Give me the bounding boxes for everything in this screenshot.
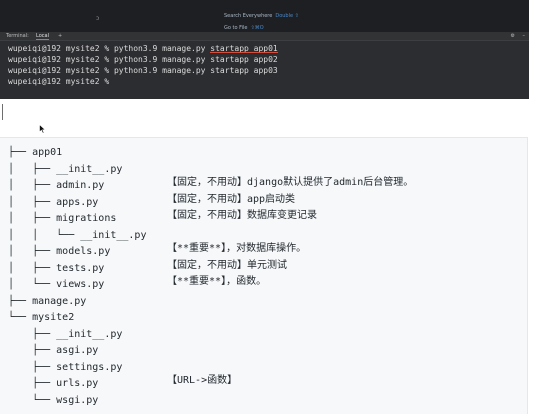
project-tree: ├── app01 │ ├── __init__.py │ ├── admin.… — [8, 142, 413, 407]
terminal-command-highlighted: startapp app01 — [210, 44, 278, 53]
tree-row-manage: ├── manage.py — [8, 291, 146, 308]
terminal-prompt: wupeiqi@192 mysite2 % — [8, 66, 114, 75]
tree-row-settings: ├── settings.py — [8, 357, 146, 374]
terminal-command: python3.9 manage.py startapp app03 — [113, 66, 278, 75]
tree-row-apps: │ ├── apps.py 【固定，不用动】app启动类 — [8, 192, 295, 209]
tree-row-mysite2-init: ├── __init__.py — [8, 324, 146, 341]
tree-entry: ├── __init__.py — [8, 328, 123, 340]
tree-comment: 【固定，不用动】app启动类 — [167, 193, 296, 205]
minimize-icon[interactable]: – — [523, 33, 526, 39]
mouse-pointer-icon — [39, 124, 46, 134]
terminal-prompt: wupeiqi@192 mysite2 % — [8, 55, 114, 64]
go-to-file-shortcut: ⇧⌘O — [250, 25, 264, 31]
ide-toolbar-area: ↄ Search Everywhere Double ⇧ Go to File ⇧⌘… — [0, 0, 529, 32]
terminal-line: wupeiqi@192 mysite2 % python3.9 manage.p… — [8, 43, 278, 54]
tree-entry: ├── settings.py — [8, 361, 123, 373]
new-terminal-tab-button[interactable]: + — [58, 33, 62, 39]
tree-entry: │ ├── apps.py — [8, 196, 99, 208]
tree-row-models: │ ├── models.py 【**重要**】，对数据库操作。 — [8, 241, 306, 258]
tree-comment: 【固定，不用动】数据库变更记录 — [167, 210, 317, 221]
tree-row-admin: │ ├── admin.py 【固定，不用动】django默认提供了admin后台… — [8, 175, 413, 192]
terminal-line: wupeiqi@192 mysite2 % python3.9 manage.p… — [8, 65, 278, 76]
tree-entry: │ └── views.py — [8, 279, 105, 290]
tree-entry: │ ├── models.py — [8, 246, 111, 257]
tree-comment: 【固定，不用动】django默认提供了admin后台管理。 — [167, 177, 414, 188]
tree-entry: └── wsgi.py — [8, 394, 99, 406]
tree-row-app01: ├── app01 — [8, 142, 146, 159]
terminal-line: wupeiqi@192 mysite2 % — [8, 76, 278, 87]
tree-row-views: │ └── views.py 【**重要**】，函数。 — [8, 274, 266, 291]
gear-icon[interactable]: ⚙ — [511, 33, 515, 39]
search-everywhere-label: Search Everywhere — [224, 13, 273, 19]
tree-entry: │ ├── __init__.py — [8, 163, 123, 175]
tree-row-asgi: ├── asgi.py — [8, 340, 146, 357]
terminal-prompt: wupeiqi@192 mysite2 % — [8, 77, 114, 86]
tree-row-wsgi: └── wsgi.py — [8, 390, 146, 407]
terminal-command: python3.9 manage.py — [113, 44, 211, 53]
tree-entry: │ ├── admin.py — [8, 180, 105, 191]
tree-row-mysite2: └── mysite2 — [8, 307, 146, 324]
tree-entry: │ ├── tests.py — [8, 262, 105, 274]
tree-entry: │ ├── migrations — [8, 213, 117, 224]
terminal-prompt: wupeiqi@192 mysite2 % — [8, 44, 114, 53]
terminal-output[interactable]: wupeiqi@192 mysite2 % python3.9 manage.p… — [8, 43, 278, 87]
text-cursor-icon: ↄ — [96, 15, 100, 22]
tree-entry: ├── urls.py — [8, 378, 99, 389]
search-everywhere-shortcut: Double ⇧ — [275, 13, 299, 19]
tree-entry: └── mysite2 — [8, 312, 75, 323]
text-caret — [2, 104, 3, 120]
tree-entry: │ │ └── __init__.py — [8, 229, 147, 241]
go-to-file-label: Go to File — [224, 25, 248, 31]
terminal-line: wupeiqi@192 mysite2 % python3.9 manage.p… — [8, 54, 278, 65]
tree-row-migrations-init: │ │ └── __init__.py — [8, 225, 146, 242]
tab-local[interactable]: Local — [36, 33, 49, 40]
tree-entry: ├── app01 — [8, 147, 63, 158]
tree-comment: 【**重要**】，函数。 — [167, 276, 267, 287]
terminal-tab-label: Terminal: — [6, 33, 29, 39]
tree-row-urls: ├── urls.py 【URL->函数】 — [8, 373, 237, 390]
tree-row-tests: │ ├── tests.py 【固定，不用动】单元测试 — [8, 258, 287, 275]
ide-terminal-screenshot: ↄ Search Everywhere Double ⇧ Go to File ⇧⌘… — [0, 0, 529, 99]
tree-comment: 【URL->函数】 — [167, 375, 238, 386]
search-everywhere-hint[interactable]: Search Everywhere Double ⇧ — [224, 13, 299, 19]
page-margin — [529, 0, 541, 99]
tree-entry: ├── asgi.py — [8, 345, 99, 356]
tree-row-app01-init: │ ├── __init__.py — [8, 159, 146, 176]
tree-entry: ├── manage.py — [8, 295, 87, 307]
tree-comment: 【固定，不用动】单元测试 — [167, 259, 287, 271]
tree-row-migrations: │ ├── migrations 【固定，不用动】数据库变更记录 — [8, 208, 317, 225]
go-to-file-hint[interactable]: Go to File ⇧⌘O — [224, 25, 264, 31]
terminal-command: python3.9 manage.py startapp app02 — [113, 55, 278, 64]
terminal-tab-bar: Terminal: Local + ⚙ – — [0, 32, 529, 41]
tree-comment: 【**重要**】，对数据库操作。 — [167, 243, 307, 254]
